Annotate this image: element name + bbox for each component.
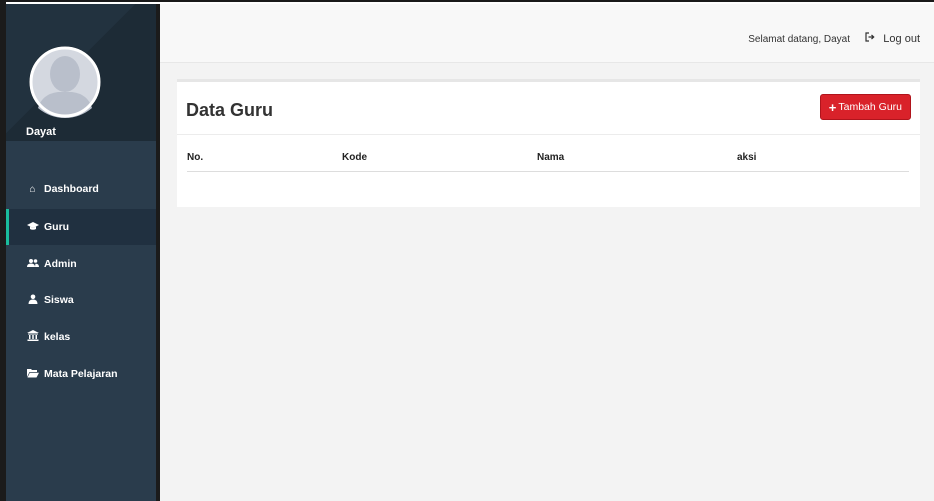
add-guru-label: Tambah Guru [838, 101, 902, 113]
sidebar: Dayat ⌂ Dashboard Guru Admin Siswa kelas… [6, 4, 156, 501]
profile-section: Dayat [6, 4, 156, 141]
sidebar-item-kelas[interactable]: kelas [6, 319, 156, 355]
sidebar-item-mata-pelajaran[interactable]: Mata Pelajaran [6, 356, 156, 392]
bank-icon [26, 330, 39, 344]
column-header-aksi: aksi [737, 152, 757, 163]
sidebar-item-guru[interactable]: Guru [6, 209, 156, 245]
user-silhouette-icon[interactable] [28, 42, 102, 122]
folder-open-icon [26, 368, 39, 381]
table-header: No. Kode Nama aksi [187, 152, 909, 172]
sidebar-item-admin[interactable]: Admin [6, 246, 156, 282]
data-guru-panel: Data Guru + Tambah Guru No. Kode Nama ak… [177, 79, 920, 207]
main-content: Data Guru + Tambah Guru No. Kode Nama ak… [160, 63, 934, 501]
logout-link[interactable]: Log out [865, 32, 920, 45]
sidebar-item-label: Siswa [44, 294, 74, 306]
sidebar-item-label: Dashboard [44, 183, 99, 195]
users-icon [26, 258, 39, 271]
sign-out-icon [865, 32, 875, 45]
sidebar-item-label: kelas [44, 331, 71, 343]
sidebar-item-label: Admin [44, 258, 77, 270]
topbar: Selamat datang, Dayat Log out [160, 4, 934, 63]
logout-label: Log out [883, 32, 920, 45]
app-window: Dayat ⌂ Dashboard Guru Admin Siswa kelas… [0, 0, 934, 501]
sidebar-item-label: Mata Pelajaran [44, 368, 118, 380]
profile-name: Dayat [26, 126, 56, 138]
column-header-nama: Nama [537, 152, 565, 163]
user-icon [26, 294, 39, 307]
graduation-cap-icon [26, 221, 39, 234]
plus-icon: + [828, 99, 837, 115]
add-guru-button[interactable]: + Tambah Guru [819, 94, 911, 120]
welcome-text: Selamat datang, Dayat [748, 34, 850, 45]
column-header-kode: Kode [342, 152, 367, 163]
panel-divider [177, 134, 920, 135]
sidebar-item-label: Guru [44, 221, 70, 233]
column-header-no: No. [187, 152, 204, 163]
sidebar-item-dashboard[interactable]: ⌂ Dashboard [6, 171, 156, 207]
page-title: Data Guru [186, 100, 274, 120]
sidebar-item-siswa[interactable]: Siswa [6, 282, 156, 318]
home-icon: ⌂ [29, 183, 36, 195]
